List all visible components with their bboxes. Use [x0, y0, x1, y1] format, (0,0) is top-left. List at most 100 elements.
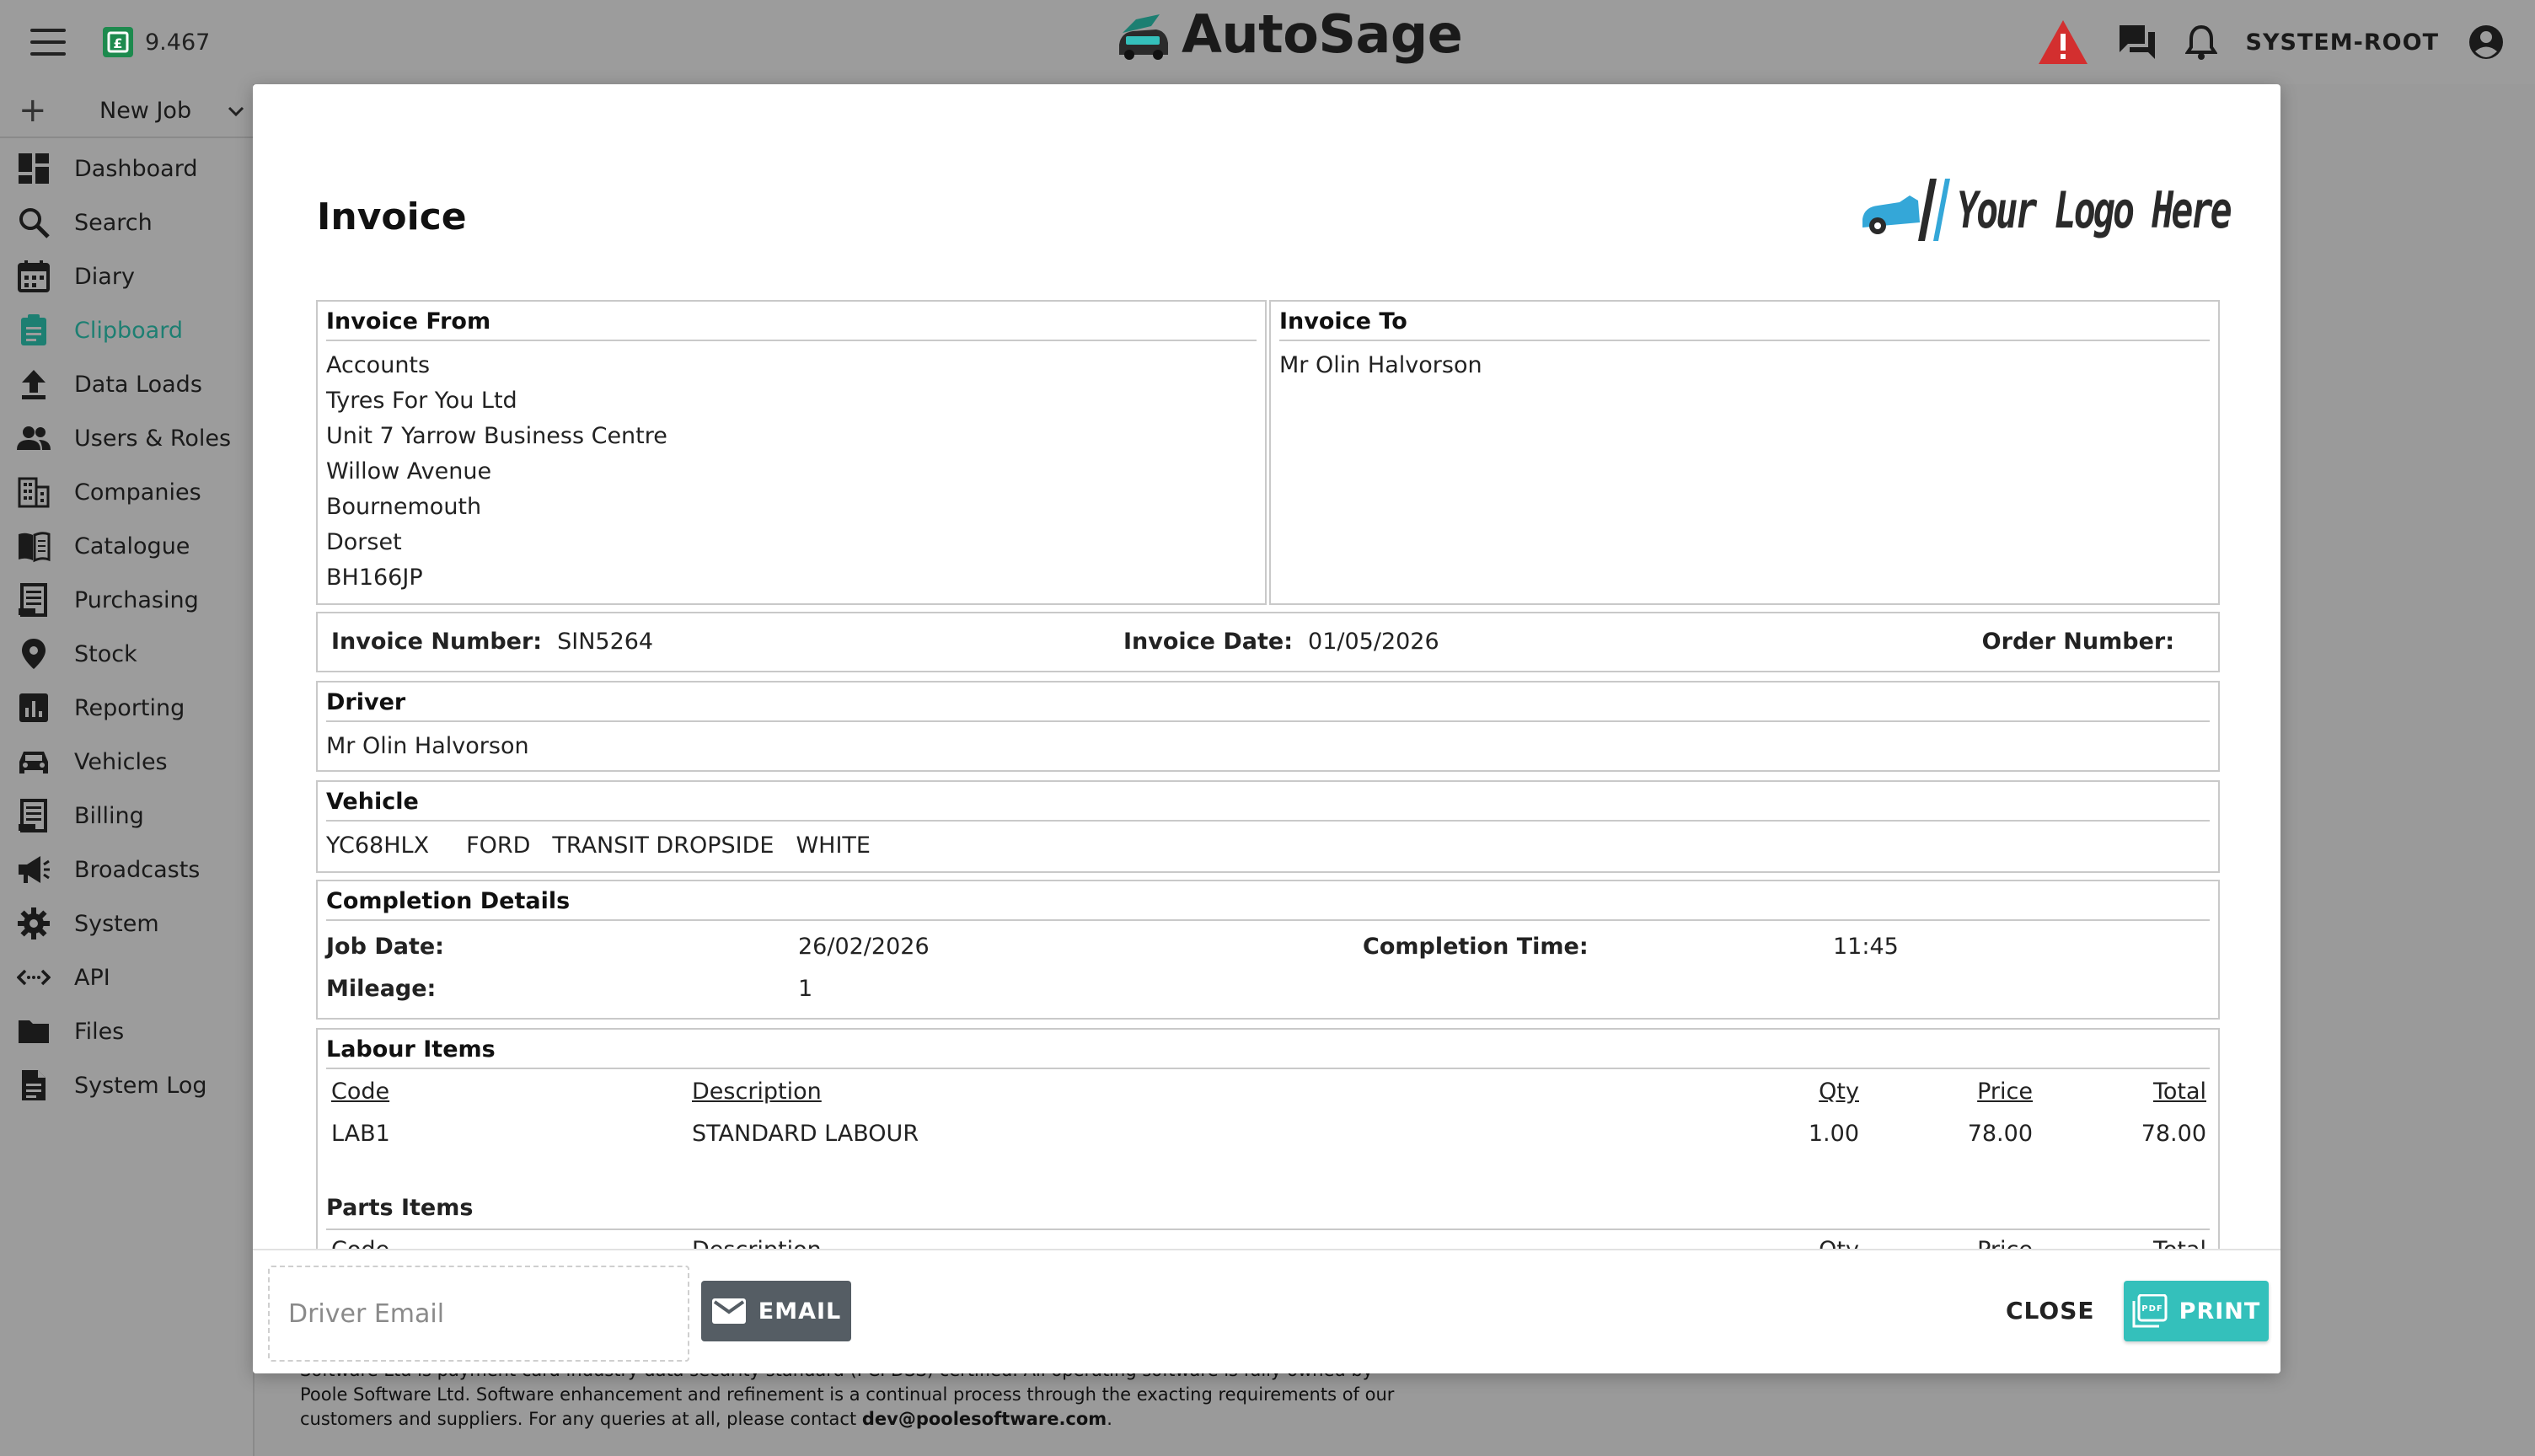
invoice-date: 01/05/2026	[1308, 629, 1439, 655]
bell-icon[interactable]	[2184, 24, 2217, 61]
sidebar-item-system[interactable]: System	[0, 897, 253, 950]
sidebar-item-system-log[interactable]: System Log	[0, 1058, 253, 1112]
contact-email-link[interactable]: dev@poolesoftware.com	[862, 1409, 1107, 1429]
new-job-button[interactable]: + New Job	[0, 84, 253, 138]
sidebar-item-stock[interactable]: Stock	[0, 627, 253, 681]
email-button[interactable]: EMAIL	[701, 1281, 851, 1341]
address-line: Dorset	[326, 529, 402, 555]
labour-col-description[interactable]: Description	[692, 1079, 822, 1105]
items-box: Labour Items Code Description Qty Price …	[316, 1028, 2220, 1249]
calendar-icon	[18, 260, 50, 292]
labour-col-code[interactable]: Code	[331, 1079, 389, 1105]
address-line: Accounts	[326, 352, 431, 378]
sidebar-item-catalogue[interactable]: Catalogue	[0, 519, 253, 573]
parts-items-heading: Parts Items	[326, 1195, 474, 1221]
invoice-to-box: Invoice To Mr Olin Halvorson	[1269, 300, 2220, 605]
sidebar-item-purchasing[interactable]: Purchasing	[0, 573, 253, 627]
sidebar-item-data-loads[interactable]: Data Loads	[0, 357, 253, 411]
job-date-label: Job Date:	[326, 934, 444, 960]
vehicle-colour: WHITE	[796, 832, 871, 859]
search-icon	[19, 208, 50, 238]
email-button-label: EMAIL	[758, 1298, 842, 1325]
close-button[interactable]: CLOSE	[2006, 1281, 2095, 1341]
logo-text: Your Logo Here	[1957, 181, 2232, 240]
labour-col-qty[interactable]: Qty	[1819, 1079, 1859, 1105]
parts-col-code[interactable]: Code	[331, 1237, 389, 1249]
completion-time-label: Completion Time:	[1363, 934, 1589, 960]
sidebar-item-companies[interactable]: Companies	[0, 465, 253, 519]
address-line: BH166JP	[326, 565, 423, 591]
sidebar-item-dashboard[interactable]: Dashboard	[0, 142, 253, 195]
print-button[interactable]: PDF PRINT	[2124, 1281, 2269, 1341]
sidebar: + New Job Dashboard Search Diary Clipboa…	[0, 84, 255, 1456]
sidebar-item-billing[interactable]: Billing	[0, 789, 253, 843]
brand-name: AutoSage	[1182, 3, 1463, 65]
username[interactable]: SYSTEM-ROOT	[2246, 29, 2440, 56]
folder-icon	[19, 1020, 49, 1043]
completion-time: 11:45	[1833, 934, 1899, 960]
dashboard-icon	[19, 153, 49, 184]
parts-col-qty[interactable]: Qty	[1819, 1237, 1859, 1249]
chat-icon[interactable]	[2118, 24, 2157, 61]
billing-icon	[19, 799, 47, 832]
vehicle-box: Vehicle YC68HLX FORD TRANSIT DROPSIDE WH…	[316, 780, 2220, 873]
brand-logo[interactable]: AutoSage	[1117, 3, 1463, 65]
sidebar-item-clipboard[interactable]: Clipboard	[0, 303, 253, 357]
megaphone-icon	[19, 856, 50, 883]
vehicle-make: FORD	[466, 832, 531, 859]
sidebar-item-api[interactable]: API	[0, 950, 253, 1004]
invoice-title: Invoice	[317, 195, 467, 238]
clipboard-icon	[21, 314, 46, 345]
vehicle-model: TRANSIT DROPSIDE	[552, 832, 774, 859]
credit-balance[interactable]: £ 9.467	[101, 25, 210, 59]
address-line: Mr Olin Halvorson	[1279, 352, 1482, 378]
sidebar-item-vehicles[interactable]: Vehicles	[0, 735, 253, 789]
sidebar-item-broadcasts[interactable]: Broadcasts	[0, 843, 253, 897]
code-icon	[17, 969, 51, 986]
sidebar-item-diary[interactable]: Diary	[0, 249, 253, 303]
mileage-label: Mileage:	[326, 976, 437, 1002]
mail-icon	[711, 1298, 746, 1324]
invoice-to-heading: Invoice To	[1279, 302, 2210, 341]
location-pin-icon	[22, 639, 46, 669]
credit-value: 9.467	[145, 29, 211, 56]
svg-text:PDF: PDF	[2141, 1304, 2163, 1314]
invoice-scroll-area[interactable]: Invoice Your Logo Here Invoice From Acco…	[253, 84, 2280, 1249]
sidebar-item-search[interactable]: Search	[0, 195, 253, 249]
invoice-date-label: Invoice Date:	[1123, 629, 1294, 655]
car-icon	[19, 752, 48, 774]
labour-items-heading: Labour Items	[326, 1030, 2210, 1069]
address-line: Willow Avenue	[326, 458, 492, 484]
labour-col-price[interactable]: Price	[1977, 1079, 2033, 1105]
driver-name: Mr Olin Halvorson	[326, 733, 529, 759]
account-icon[interactable]	[2468, 24, 2505, 61]
book-icon	[19, 532, 51, 563]
car-logo-icon	[1862, 179, 1950, 241]
parts-col-price[interactable]: Price	[1977, 1237, 2033, 1249]
labour-col-total[interactable]: Total	[2153, 1079, 2206, 1105]
mileage: 1	[798, 976, 813, 1002]
invoice-from-box: Invoice From Accounts Tyres For You Ltd …	[316, 300, 1267, 605]
company-logo: Your Logo Here	[1859, 175, 2232, 246]
upload-icon	[22, 370, 46, 399]
plus-icon: +	[19, 91, 47, 130]
driver-heading: Driver	[326, 682, 2210, 722]
print-button-label: PRINT	[2179, 1298, 2261, 1325]
invoice-from-heading: Invoice From	[326, 302, 1257, 341]
credit-icon: £	[103, 27, 133, 57]
sidebar-item-files[interactable]: Files	[0, 1004, 253, 1058]
order-number-label: Order Number:	[1981, 629, 2174, 655]
receipt-icon	[19, 583, 47, 617]
vehicle-reg: YC68HLX	[326, 832, 430, 859]
parts-col-description[interactable]: Description	[692, 1237, 822, 1249]
chevron-down-icon[interactable]	[226, 101, 246, 121]
sidebar-item-reporting[interactable]: Reporting	[0, 681, 253, 735]
driver-email-input[interactable]	[268, 1266, 689, 1362]
parts-col-total[interactable]: Total	[2153, 1237, 2206, 1249]
building-icon	[18, 477, 50, 508]
users-icon	[17, 426, 51, 450]
sidebar-item-users-roles[interactable]: Users & Roles	[0, 411, 253, 465]
menu-icon[interactable]	[30, 29, 66, 56]
address-line: Tyres For You Ltd	[326, 388, 517, 414]
warning-icon[interactable]	[2037, 19, 2089, 66]
